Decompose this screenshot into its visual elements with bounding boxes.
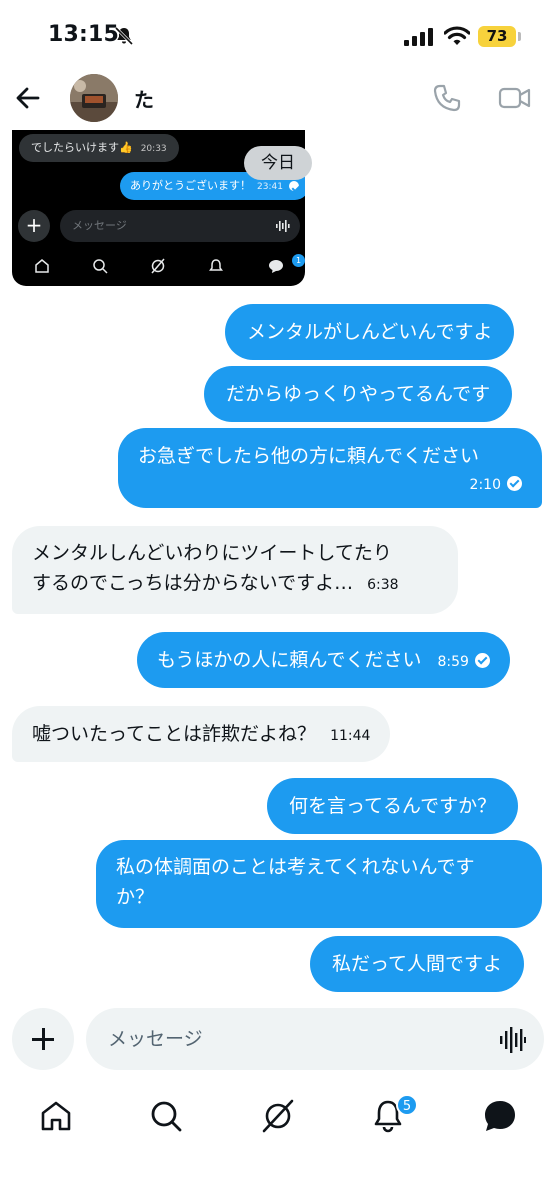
message-text-line: するのでこっちは分からないですよ…: [32, 572, 354, 594]
message-text: メンタルがしんどいんですよ: [247, 321, 493, 343]
message-text: もうほかの人に頼んでください: [157, 649, 422, 671]
message-outgoing[interactable]: 何を言ってるんですか？: [267, 778, 519, 834]
video-camera-icon[interactable]: [498, 84, 532, 112]
search-icon[interactable]: [148, 1098, 184, 1134]
wifi-icon: [444, 26, 470, 45]
message-outgoing[interactable]: もうほかの人に頼んでください 8:59: [137, 632, 510, 688]
message-time: 6:38: [367, 577, 399, 593]
screenshot-plus-icon: +: [18, 210, 50, 242]
message-text-line: メンタルしんどいわりにツイートしてたり: [32, 542, 392, 564]
message-outgoing[interactable]: だからゆっくりやってるんです: [204, 366, 513, 422]
bell-slash-icon: [114, 26, 134, 46]
screenshot-sent-time: 23:41: [257, 182, 283, 192]
message-text: 嘘ついたってことは詐欺だよね？: [32, 723, 317, 745]
avatar[interactable]: [70, 74, 118, 122]
message-composer: [86, 1008, 544, 1070]
contact-name[interactable]: た: [134, 84, 154, 113]
screenshot-sent-text: ありがとうございます！: [130, 179, 251, 192]
notifications-badge: 5: [396, 1094, 418, 1116]
battery-tip: [518, 32, 521, 41]
battery-level: 73: [478, 26, 516, 47]
screenshot-bell-icon: [209, 259, 223, 271]
message-time: 11:44: [330, 728, 371, 744]
message-text: だからゆっくりやってるんです: [226, 383, 491, 405]
home-icon[interactable]: [38, 1098, 74, 1134]
message-time: 8:59: [437, 654, 469, 670]
screenshot-home-icon: [35, 259, 49, 273]
status-time: 13:15: [48, 22, 120, 47]
phone-icon[interactable]: [432, 83, 462, 113]
screenshot-search-icon: [93, 259, 108, 274]
message-incoming[interactable]: 嘘ついたってことは詐欺だよね？ 11:44: [12, 706, 391, 762]
message-outgoing[interactable]: 私だって人間ですよ: [310, 936, 525, 992]
message-outgoing[interactable]: メンタルがしんどいんですよ: [225, 304, 515, 360]
voice-message-icon[interactable]: [500, 1027, 526, 1053]
read-check-icon: [507, 476, 522, 491]
screenshot-grok-icon: [151, 258, 165, 274]
message-outgoing[interactable]: お急ぎでしたら他の方に頼んでください 2:10: [118, 428, 542, 508]
message-text: 私だって人間ですよ: [332, 953, 503, 975]
add-attachment-button[interactable]: [12, 1008, 74, 1070]
conversation-header: た: [0, 72, 555, 126]
messages-icon[interactable]: [482, 1098, 518, 1134]
date-separator: 今日: [244, 146, 312, 180]
screenshot-composer-placeholder: メッセージ: [72, 219, 127, 232]
message-input[interactable]: [108, 1008, 488, 1070]
screenshot-messages-badge: 1: [292, 254, 305, 267]
avatar-image: [70, 74, 118, 122]
screenshot-received-time: 20:33: [140, 144, 167, 154]
message-incoming[interactable]: メンタルしんどいわりにツイートしてたり するのでこっちは分からないですよ… 6:3…: [12, 526, 458, 614]
message-outgoing[interactable]: 私の体調面のことは考えてくれないんです か？: [96, 840, 542, 928]
message-text: お急ぎでしたら他の方に頼んでください: [138, 445, 480, 467]
screenshot-voice-icon: [276, 220, 290, 232]
read-check-icon: [474, 653, 490, 668]
status-bar: 13:15 73: [0, 0, 555, 72]
screenshot-composer: メッセージ: [60, 210, 300, 242]
screenshot-messages-icon: [269, 260, 283, 273]
signal-icon: [404, 28, 433, 46]
message-text: 何を言ってるんですか？: [289, 795, 497, 817]
screenshot-read-check-icon: [288, 181, 299, 191]
screenshot-nav: [12, 254, 305, 284]
screenshot-received-text: でしたらいけます👍: [31, 141, 133, 154]
grok-icon[interactable]: [260, 1098, 296, 1134]
message-text-line: か？: [116, 886, 155, 908]
message-time: 2:10: [469, 477, 501, 493]
message-text-line: 私の体調面のことは考えてくれないんです: [116, 856, 475, 878]
back-arrow-icon[interactable]: [14, 84, 42, 112]
screenshot-received-bubble: でしたらいけます👍 20:33: [19, 134, 179, 162]
bottom-navigation: [0, 1090, 555, 1150]
